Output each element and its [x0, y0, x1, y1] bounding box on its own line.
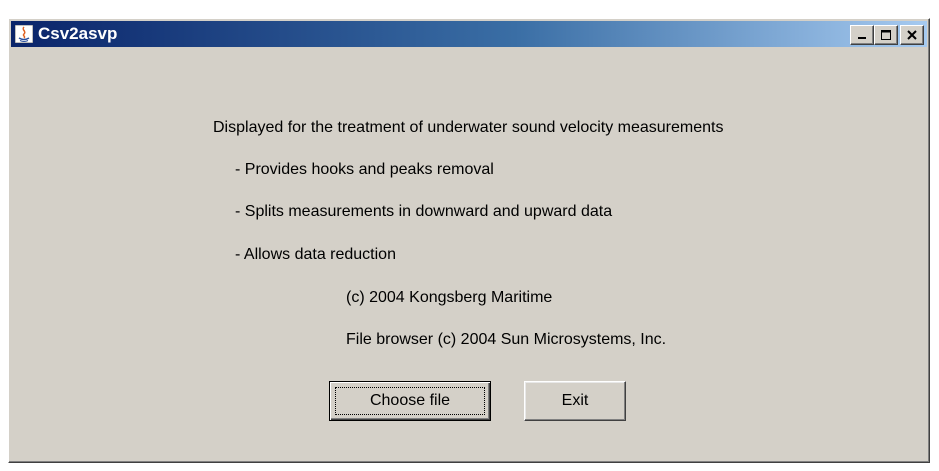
feature-split-data: - Splits measurements in downward and up…	[235, 203, 613, 220]
feature-data-reduction: - Allows data reduction	[235, 246, 396, 263]
minimize-icon	[858, 37, 866, 39]
choose-file-label: Choose file	[369, 392, 451, 409]
description-line: Displayed for the treatment of underwate…	[213, 119, 724, 136]
close-icon	[907, 30, 917, 40]
exit-label: Exit	[561, 392, 589, 409]
close-button[interactable]	[900, 25, 924, 45]
window-title: Csv2asvp	[38, 24, 118, 43]
feature-hooks-peaks: - Provides hooks and peaks removal	[235, 161, 494, 178]
exit-button[interactable]: Exit	[524, 381, 626, 421]
title-bar[interactable]: Csv2asvp	[11, 21, 927, 47]
maximize-icon	[881, 30, 891, 40]
about-content: Displayed for the treatment of underwate…	[9, 49, 929, 459]
choose-file-button[interactable]: Choose file	[329, 381, 491, 421]
app-window: Csv2asvp Displayed for the treatment of	[8, 18, 930, 463]
copyright-sun: File browser (c) 2004 Sun Microsystems, …	[346, 331, 667, 348]
window-controls	[850, 25, 924, 45]
copyright-kongsberg: (c) 2004 Kongsberg Maritime	[346, 289, 553, 306]
maximize-button[interactable]	[874, 25, 898, 45]
minimize-button[interactable]	[850, 25, 874, 45]
java-icon	[15, 25, 33, 43]
